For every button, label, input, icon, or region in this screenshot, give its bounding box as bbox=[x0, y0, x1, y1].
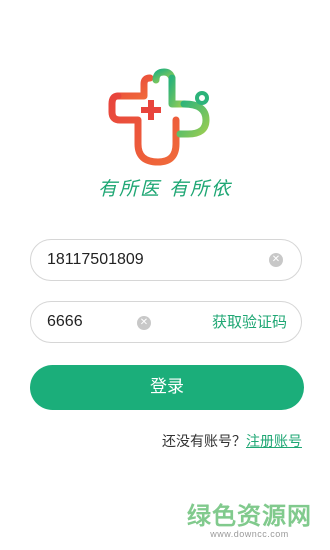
code-field[interactable]: ✕ 获取验证码 bbox=[30, 301, 302, 343]
login-screen: 有所医 有所依 ✕ ✕ 获取验证码 登录 还没有账号？注册账号 绿色资源网 ww… bbox=[0, 0, 330, 550]
clear-icon[interactable]: ✕ bbox=[137, 316, 151, 330]
verification-code-input[interactable] bbox=[47, 302, 137, 342]
watermark-title: 绿色资源网 bbox=[187, 502, 312, 530]
phone-field[interactable]: ✕ bbox=[30, 239, 302, 281]
register-link[interactable]: 注册账号 bbox=[246, 434, 302, 450]
watermark: 绿色资源网 www.downcc.com bbox=[187, 496, 312, 539]
app-slogan: 有所医 有所依 bbox=[97, 178, 233, 200]
get-code-button[interactable]: 获取验证码 bbox=[212, 302, 287, 342]
phone-input[interactable] bbox=[47, 240, 257, 280]
register-prompt: 还没有账号？ bbox=[162, 434, 246, 450]
clear-icon[interactable]: ✕ bbox=[269, 253, 283, 267]
register-row: 还没有账号？注册账号 bbox=[162, 431, 302, 451]
app-logo bbox=[108, 68, 210, 166]
login-button[interactable]: 登录 bbox=[30, 365, 304, 410]
